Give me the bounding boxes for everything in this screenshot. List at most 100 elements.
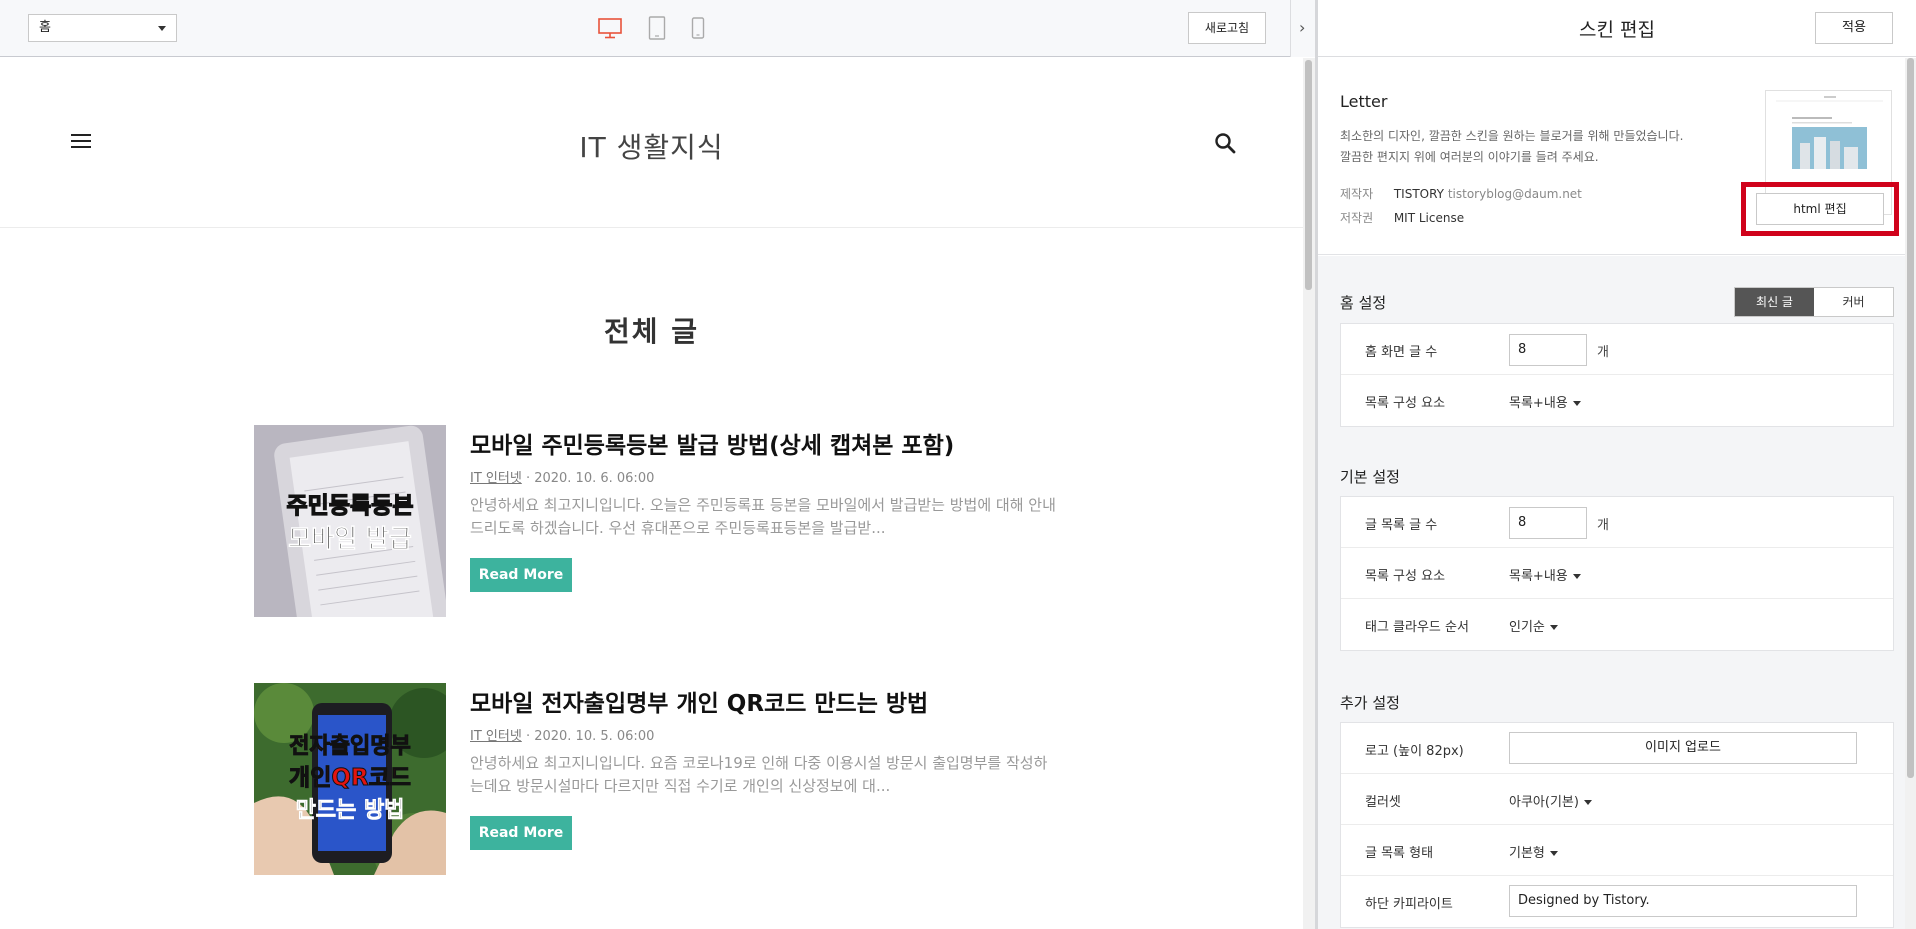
post-meta: IT 인터넷 · 2020. 10. 5. 06:00: [470, 725, 1070, 744]
list-count-row: 글 목록 글 수 8 개: [1341, 497, 1893, 548]
mobile-view-icon[interactable]: [691, 15, 705, 41]
skin-info: Letter 최소한의 디자인, 깔끔한 스킨을 원하는 블로거를 위해 만들었…: [1318, 58, 1916, 255]
copyright-label: 하단 카피라이트: [1365, 897, 1453, 912]
thumb-text-line-3: 만드는 방법: [296, 798, 405, 823]
settings-area: 홈 설정 최신 글 커버 홈 화면 글 수 8 개 목록 구성 요소 목록+내용…: [1318, 256, 1916, 929]
post-thumbnail[interactable]: 주민등록등본 모바일 발급: [254, 425, 446, 617]
list-comp-dropdown[interactable]: 목록+내용: [1509, 565, 1581, 584]
thumb-text-line-1: 전자출입명부: [289, 734, 410, 759]
page-select-dropdown[interactable]: 홈: [28, 14, 177, 42]
skin-name: Letter: [1340, 92, 1388, 111]
thumb-text-line-1: 주민등록등본: [287, 493, 414, 519]
chevron-down-icon: [158, 26, 166, 31]
desktop-view-icon[interactable]: [597, 15, 623, 41]
post-category[interactable]: IT 인터넷: [470, 729, 522, 744]
post-body: 모바일 전자출입명부 개인 QR코드 만드는 방법 IT 인터넷 · 2020.…: [470, 683, 1070, 850]
post-excerpt: 안녕하세요 최고지니입니다. 요즘 코로나19로 인해 다중 이용시설 방문시 …: [470, 754, 1048, 795]
dropdown-value: 목록+내용: [1509, 569, 1568, 584]
tag-order-label: 태그 클라우드 순서: [1365, 620, 1469, 635]
blog-header: IT 생활지식: [0, 58, 1303, 228]
preview-toolbar: 홈 새로고침 ›: [0, 0, 1315, 57]
toggle-latest-posts[interactable]: 최신 글: [1735, 288, 1814, 316]
dropdown-value: 아쿠아(기본): [1509, 795, 1579, 810]
read-more-button[interactable]: Read More: [470, 816, 572, 850]
refresh-button[interactable]: 새로고침: [1188, 12, 1266, 44]
extra-settings-title: 추가 설정: [1340, 694, 1400, 712]
home-post-count-row: 홈 화면 글 수 8 개: [1341, 324, 1893, 375]
read-more-button[interactable]: Read More: [470, 558, 572, 592]
skin-description: 최소한의 디자인, 깔끔한 스킨을 원하는 블로거를 위해 만들었습니다. 깔끔…: [1340, 126, 1720, 168]
skin-desc-line: 최소한의 디자인, 깔끔한 스킨을 원하는 블로거를 위해 만들었습니다.: [1340, 129, 1684, 143]
section-title: 전체 글: [603, 315, 700, 348]
apply-button[interactable]: 적용: [1815, 12, 1893, 44]
unit-label: 개: [1597, 518, 1609, 533]
skin-editor-app: 홈 새로고침 › IT 생활지식 전체 글 주민등록등본 모바일 발급 모바일 …: [0, 0, 1916, 929]
list-comp-row: 목록 구성 요소 목록+내용: [1341, 548, 1893, 599]
chevron-down-icon: [1572, 401, 1581, 406]
blog-title[interactable]: IT 생활지식: [0, 126, 1303, 166]
basic-settings-box: 글 목록 글 수 8 개 목록 구성 요소 목록+내용 태그 클라우드 순서 인…: [1340, 496, 1894, 651]
scrollbar-thumb[interactable]: [1305, 60, 1312, 290]
preview-pane: 홈 새로고침 › IT 생활지식 전체 글 주민등록등본 모바일 발급 모바일 …: [0, 0, 1315, 929]
post-title[interactable]: 모바일 전자출입명부 개인 QR코드 만드는 방법: [470, 689, 1070, 719]
home-settings-box: 홈 화면 글 수 8 개 목록 구성 요소 목록+내용: [1340, 323, 1894, 427]
post-category[interactable]: IT 인터넷: [470, 471, 522, 486]
skin-edit-panel: 스킨 편집 적용 Letter 최소한의 디자인, 깔끔한 스킨을 원하는 블로…: [1318, 0, 1916, 929]
dropdown-value: 기본형: [1509, 846, 1545, 861]
panel-header: 스킨 편집 적용: [1318, 0, 1916, 57]
chevron-down-icon: [1549, 851, 1558, 856]
skin-meta: 제작자 TISTORY tistoryblog@daum.net 저작권 MIT…: [1340, 182, 1582, 230]
post-item: 전자출입명부 개인QR코드 만드는 방법 모바일 전자출입명부 개인 QR코드 …: [254, 683, 1074, 875]
tablet-view-icon[interactable]: [648, 15, 666, 41]
search-icon[interactable]: [1214, 132, 1236, 154]
list-type-label: 글 목록 형태: [1365, 846, 1434, 861]
home-post-count-input[interactable]: 8: [1509, 334, 1587, 366]
basic-settings-title: 기본 설정: [1340, 468, 1400, 486]
html-edit-highlight: html 편집: [1741, 182, 1899, 236]
dropdown-value: 인기순: [1509, 620, 1545, 635]
post-date: · 2020. 10. 5. 06:00: [525, 729, 655, 744]
post-thumbnail[interactable]: 전자출입명부 개인QR코드 만드는 방법: [254, 683, 446, 875]
home-post-count-label: 홈 화면 글 수: [1365, 345, 1438, 360]
logo-row: 로고 (높이 82px) 이미지 업로드: [1341, 723, 1893, 774]
colorset-label: 컬러셋: [1365, 795, 1401, 810]
list-count-input[interactable]: 8: [1509, 507, 1587, 539]
list-type-dropdown[interactable]: 기본형: [1509, 842, 1558, 861]
chevron-down-icon: [1572, 574, 1581, 579]
copyright-input[interactable]: Designed by Tistory.: [1509, 885, 1857, 917]
chevron-right-icon: ›: [1299, 18, 1306, 37]
post-date: · 2020. 10. 6. 06:00: [525, 471, 655, 486]
scrollbar-thumb[interactable]: [1907, 58, 1914, 778]
extra-settings-box: 로고 (높이 82px) 이미지 업로드 컬러셋 아쿠아(기본) 글 목록 형태…: [1340, 722, 1894, 928]
post-body: 모바일 주민등록등본 발급 방법(상세 캡쳐본 포함) IT 인터넷 · 202…: [470, 425, 1070, 592]
tag-order-dropdown[interactable]: 인기순: [1509, 616, 1558, 635]
blog-preview: IT 생활지식 전체 글 주민등록등본 모바일 발급 모바일 주민등록등본 발급…: [0, 58, 1303, 929]
collapse-panel-button[interactable]: ›: [1290, 0, 1315, 57]
dropdown-value: 목록+내용: [1509, 396, 1568, 411]
home-settings-title: 홈 설정: [1340, 294, 1387, 312]
thumb-text-line-2: 개인QR코드: [289, 765, 411, 791]
home-list-comp-dropdown[interactable]: 목록+내용: [1509, 392, 1581, 411]
page-select-value: 홈: [39, 20, 51, 35]
panel-scrollbar[interactable]: [1905, 58, 1916, 929]
license-value: MIT License: [1393, 211, 1465, 225]
html-edit-button[interactable]: html 편집: [1756, 193, 1884, 225]
chevron-down-icon: [1549, 625, 1558, 630]
home-list-comp-label: 목록 구성 요소: [1365, 396, 1446, 411]
copyright-row: 하단 카피라이트 Designed by Tistory.: [1341, 876, 1893, 927]
list-count-label: 글 목록 글 수: [1365, 518, 1438, 533]
post-excerpt: 안녕하세요 최고지니입니다. 오늘은 주민등록표 등본을 모바일에서 발급받는 …: [470, 496, 1056, 537]
image-upload-button[interactable]: 이미지 업로드: [1509, 732, 1857, 764]
license-key: 저작권: [1340, 211, 1374, 225]
chevron-down-icon: [1583, 800, 1592, 805]
post-title[interactable]: 모바일 주민등록등본 발급 방법(상세 캡쳐본 포함): [470, 431, 1070, 461]
logo-label: 로고 (높이 82px): [1365, 744, 1464, 759]
skin-desc-line: 깔끔한 편지지 위에 여러분의 이야기를 들려 주세요.: [1340, 150, 1599, 164]
list-type-row: 글 목록 형태 기본형: [1341, 825, 1893, 876]
post-meta: IT 인터넷 · 2020. 10. 6. 06:00: [470, 467, 1070, 486]
maker-value: TISTORY: [1393, 187, 1444, 201]
tag-order-row: 태그 클라우드 순서 인기순: [1341, 599, 1893, 650]
preview-scrollbar[interactable]: [1303, 58, 1315, 929]
colorset-dropdown[interactable]: 아쿠아(기본): [1509, 791, 1592, 810]
toggle-cover[interactable]: 커버: [1814, 288, 1893, 316]
